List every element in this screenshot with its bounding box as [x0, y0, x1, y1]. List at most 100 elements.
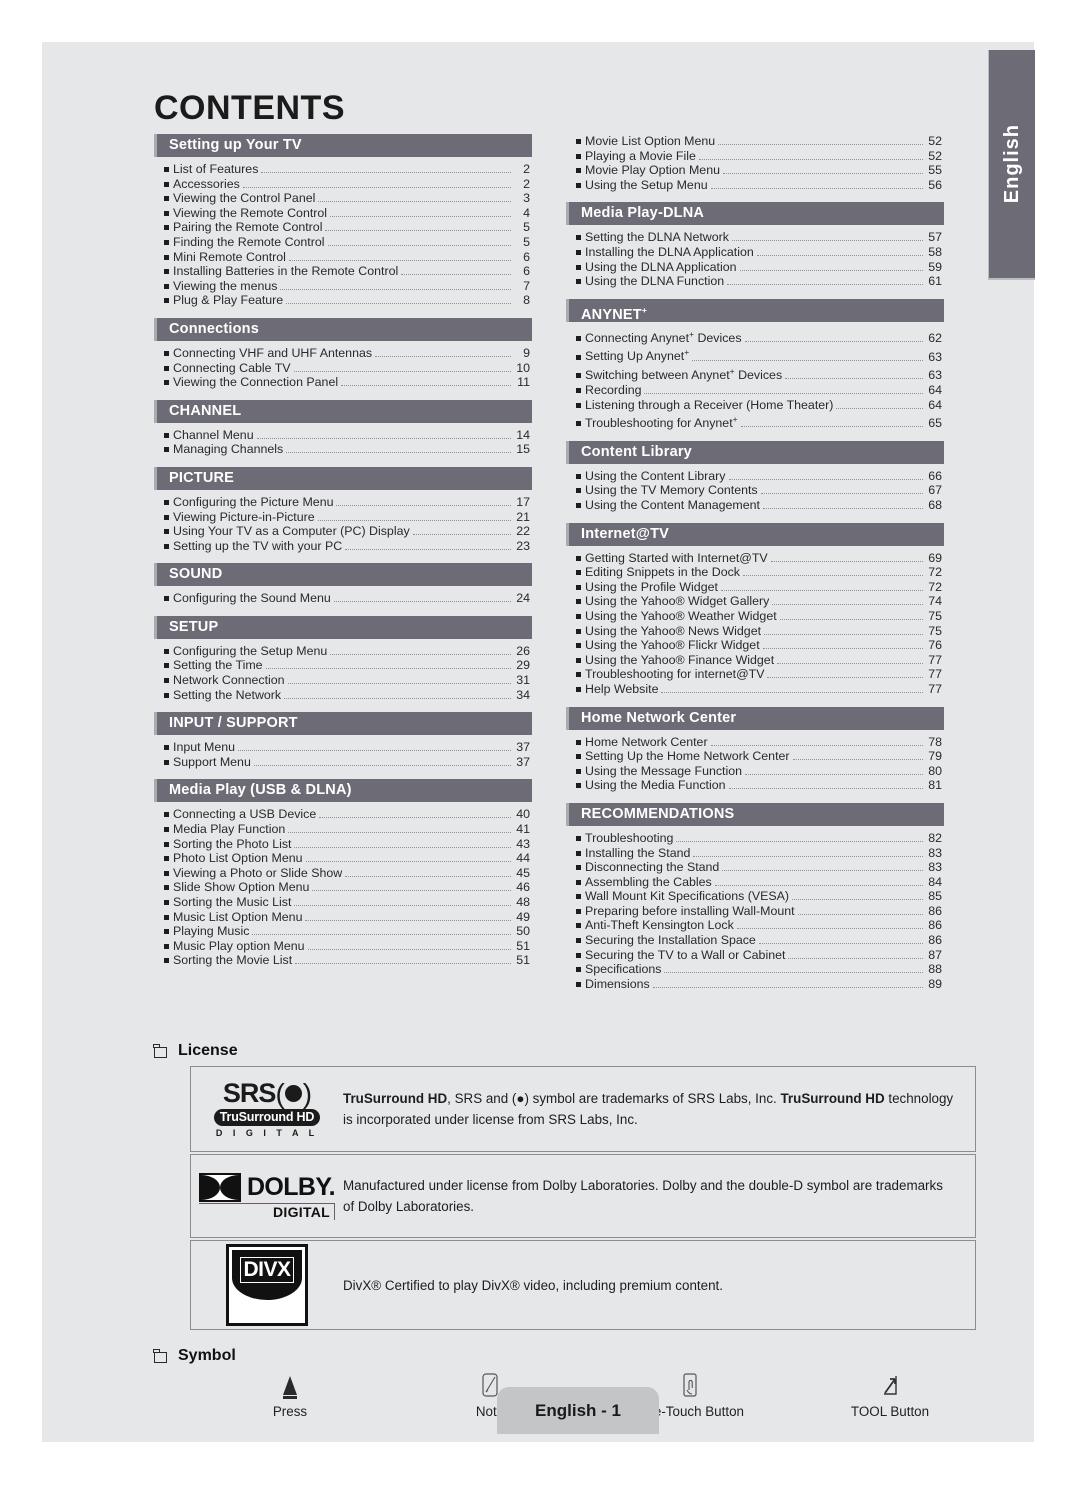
toc-entry[interactable]: Listening through a Receiver (Home Theat…: [576, 398, 942, 413]
toc-entry[interactable]: Getting Started with Internet@TV 69: [576, 551, 942, 566]
dot-leader: [770, 553, 923, 562]
toc-entry-page: 5: [523, 234, 530, 249]
toc-entry[interactable]: Troubleshooting for Anynet+ 65: [576, 412, 942, 431]
square-bullet-icon: [576, 599, 581, 605]
toc-entry[interactable]: Installing the DLNA Application 58: [576, 245, 942, 260]
toc-entry[interactable]: Using the Yahoo® Weather Widget 75: [576, 609, 942, 624]
toc-section-header: Home Network Center: [566, 706, 944, 730]
toc-entry[interactable]: Movie Play Option Menu 55: [576, 163, 942, 178]
toc-section-header: Media Play-DLNA: [566, 202, 944, 226]
toc-entry[interactable]: Using the Message Function 80: [576, 764, 942, 779]
toc-entry[interactable]: Wall Mount Kit Specifications (VESA) 85: [576, 889, 942, 904]
toc-entry[interactable]: Viewing the Control Panel 3: [164, 191, 530, 206]
toc-entry[interactable]: Network Connection 31: [164, 673, 530, 688]
toc-entry[interactable]: Recording 64: [576, 383, 942, 398]
toc-entry[interactable]: Music List Option Menu 49: [164, 910, 530, 925]
toc-entry[interactable]: Using the Yahoo® News Widget 75: [576, 624, 942, 639]
toc-entry[interactable]: Securing the TV to a Wall or Cabinet 87: [576, 948, 942, 963]
toc-entry[interactable]: Viewing Picture-in-Picture 21: [164, 510, 530, 525]
toc-entry[interactable]: Accessories 2: [164, 177, 530, 192]
toc-entry[interactable]: Using the Content Management 68: [576, 498, 942, 513]
square-bullet-icon: [576, 894, 581, 900]
toc-entry[interactable]: Movie List Option Menu 52: [576, 134, 942, 149]
toc-entry[interactable]: Finding the Remote Control 5: [164, 235, 530, 250]
toc-entry[interactable]: Using the Yahoo® Finance Widget 77: [576, 653, 942, 668]
square-bullet-icon: [576, 643, 581, 649]
toc-entry[interactable]: Using the TV Memory Contents 67: [576, 483, 942, 498]
toc-entry[interactable]: Viewing the Connection Panel 11: [164, 375, 530, 390]
toc-entry[interactable]: Installing Batteries in the Remote Contr…: [164, 264, 530, 279]
toc-entry[interactable]: Using the Profile Widget 72: [576, 580, 942, 595]
toc-entry[interactable]: Setting Up Anynet+ 63: [576, 345, 942, 364]
toc-entry[interactable]: Using the DLNA Function 61: [576, 274, 942, 289]
square-bullet-icon: [576, 421, 581, 427]
toc-entry[interactable]: Securing the Installation Space 86: [576, 933, 942, 948]
toc-entry[interactable]: Channel Menu 14: [164, 428, 530, 443]
dot-leader: [785, 370, 923, 380]
toc-entry[interactable]: Configuring the Picture Menu 17: [164, 495, 530, 510]
toc-entry[interactable]: Connecting Cable TV 10: [164, 361, 530, 376]
toc-entry[interactable]: Media Play Function 41: [164, 822, 530, 837]
toc-entry[interactable]: Managing Channels 15: [164, 442, 530, 457]
toc-entry[interactable]: Input Menu 37: [164, 740, 530, 755]
square-bullet-icon: [164, 269, 169, 275]
toc-entry[interactable]: Music Play option Menu 51: [164, 939, 530, 954]
square-bullet-icon: [153, 1043, 167, 1058]
toc-entry[interactable]: Dimensions 89: [576, 977, 942, 992]
toc-section: Setting up Your TV List of Features 2 Acces…: [154, 134, 532, 308]
toc-entry[interactable]: Disconnecting the Stand 83: [576, 860, 942, 875]
toc-entry[interactable]: Using the Yahoo® Widget Gallery 74: [576, 594, 942, 609]
toc-entry[interactable]: Editing Snippets in the Dock 72: [576, 565, 942, 580]
toc-entry[interactable]: List of Features 2: [164, 162, 530, 177]
toc-entry-title: Movie List Option Menu: [585, 134, 716, 148]
toc-entry[interactable]: Using the DLNA Application 59: [576, 260, 942, 275]
toc-entry[interactable]: Sorting the Photo List 43: [164, 837, 530, 852]
toc-entry[interactable]: Using the Media Function 81: [576, 778, 942, 793]
toc-entry[interactable]: Pairing the Remote Control 5: [164, 220, 530, 235]
toc-entry[interactable]: Sorting the Music List 48: [164, 895, 530, 910]
toc-entry[interactable]: Using the Content Library 66: [576, 469, 942, 484]
toc-entry[interactable]: Mini Remote Control 6: [164, 250, 530, 265]
dot-leader: [758, 935, 923, 945]
toc-entry[interactable]: Plug & Play Feature 8: [164, 293, 530, 308]
toc-entry[interactable]: Setting the Time 29: [164, 658, 530, 673]
toc-entry[interactable]: Support Menu 37: [164, 755, 530, 770]
toc-entry[interactable]: Slide Show Option Menu 46: [164, 880, 530, 895]
square-bullet-icon: [164, 663, 169, 669]
language-tab-english: English: [988, 50, 1035, 280]
toc-entry[interactable]: Viewing the Remote Control 4: [164, 206, 530, 221]
toc-entry[interactable]: Sorting the Movie List 51: [164, 953, 530, 968]
toc-entry[interactable]: Troubleshooting 82: [576, 831, 942, 846]
toc-entry[interactable]: Using the Yahoo® Flickr Widget 76: [576, 638, 942, 653]
toc-entry[interactable]: Assembling the Cables 84: [576, 875, 942, 890]
toc-entry[interactable]: Setting the Network 34: [164, 688, 530, 703]
toc-entry[interactable]: Configuring the Setup Menu 26: [164, 644, 530, 659]
toc-entry-page: 40: [516, 807, 530, 822]
toc-entry-page: 49: [516, 909, 530, 924]
toc-entry[interactable]: Home Network Center 78: [576, 735, 942, 750]
toc-entry[interactable]: Preparing before installing Wall-Mount 86: [576, 904, 942, 919]
toc-entry[interactable]: Using the Setup Menu 56: [576, 178, 942, 193]
toc-entry[interactable]: Troubleshooting for internet@TV 77: [576, 667, 942, 682]
toc-entry-list: Getting Started with Internet@TV 69 Editin…: [566, 551, 944, 697]
toc-entry[interactable]: Setting the DLNA Network 57: [576, 230, 942, 245]
toc-entry[interactable]: Connecting Anynet+ Devices 62: [576, 327, 942, 346]
toc-entry[interactable]: Switching between Anynet+ Devices 63: [576, 364, 942, 383]
toc-entry[interactable]: Help Website 77: [576, 682, 942, 697]
toc-entry[interactable]: Specifications 88: [576, 962, 942, 977]
toc-entry[interactable]: Configuring the Sound Menu 24: [164, 591, 530, 606]
toc-entry[interactable]: Installing the Stand 83: [576, 846, 942, 861]
toc-entry[interactable]: Playing a Movie File 52: [576, 149, 942, 164]
symbol-heading: Symbol: [153, 1347, 236, 1365]
toc-entry[interactable]: Viewing a Photo or Slide Show 45: [164, 866, 530, 881]
toc-entry[interactable]: Connecting a USB Device 40: [164, 807, 530, 822]
toc-entry[interactable]: Playing Music 50: [164, 924, 530, 939]
toc-entry[interactable]: Setting up the TV with your PC 23: [164, 539, 530, 554]
toc-entry-title: Input Menu: [173, 740, 235, 755]
toc-entry[interactable]: Using Your TV as a Computer (PC) Display…: [164, 524, 530, 539]
toc-entry[interactable]: Setting Up the Home Network Center 79: [576, 749, 942, 764]
toc-entry[interactable]: Viewing the menus 7: [164, 279, 530, 294]
toc-entry[interactable]: Connecting VHF and UHF Antennas 9: [164, 346, 530, 361]
toc-entry[interactable]: Photo List Option Menu 44: [164, 851, 530, 866]
toc-entry[interactable]: Anti-Theft Kensington Lock 86: [576, 918, 942, 933]
